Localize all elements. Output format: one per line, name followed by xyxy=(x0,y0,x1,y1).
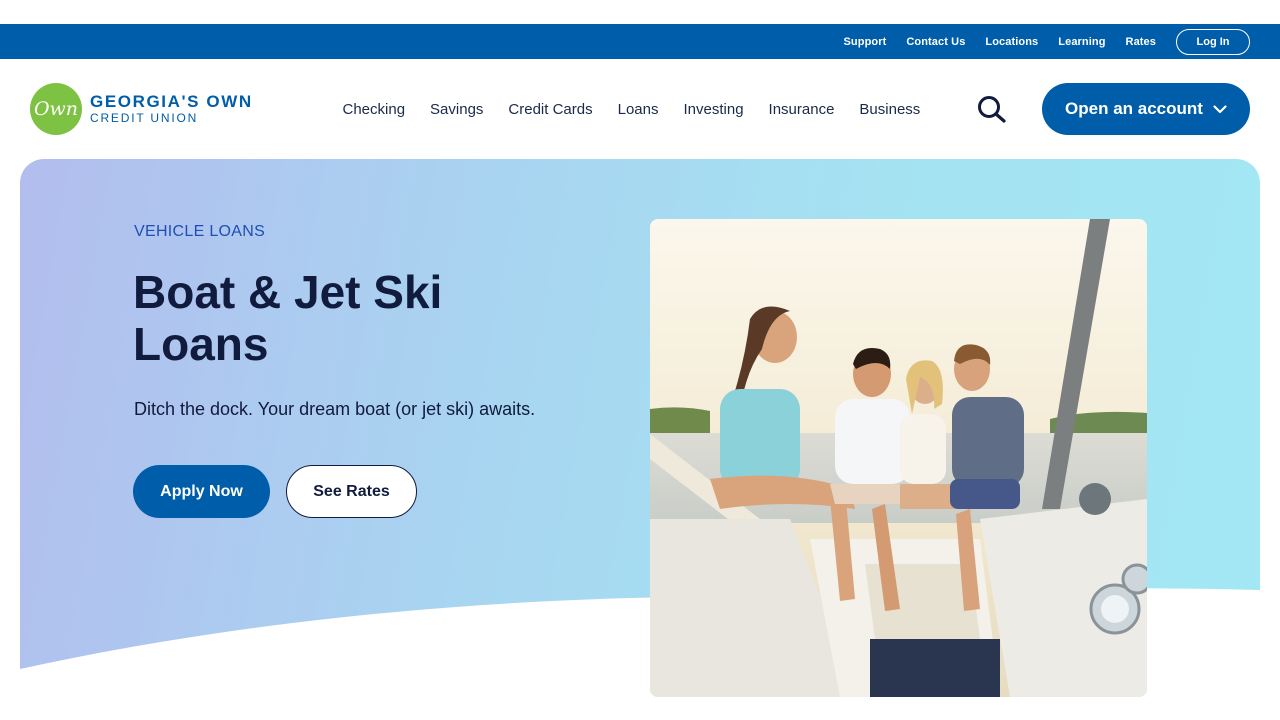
nav-item-credit-cards[interactable]: Credit Cards xyxy=(508,101,592,118)
hero-subtitle: Ditch the dock. Your dream boat (or jet … xyxy=(134,399,536,419)
chevron-down-icon xyxy=(1213,104,1227,113)
open-account-button[interactable]: Open an account xyxy=(1042,83,1250,135)
nav-item-insurance[interactable]: Insurance xyxy=(769,101,835,118)
open-account-label: Open an account xyxy=(1065,99,1203,118)
login-button[interactable]: Log In xyxy=(1176,28,1250,55)
friends-on-boat-image xyxy=(650,219,1147,697)
main-nav: Checking Savings Credit Cards Loans Inve… xyxy=(330,59,933,159)
page: Support Contact Us Locations Learning Ra… xyxy=(0,0,1280,720)
apply-now-button[interactable]: Apply Now xyxy=(133,465,270,518)
main-header: Own GEORGIA'S OWN CREDIT UNION Checking … xyxy=(0,59,1280,159)
search-button[interactable] xyxy=(974,93,1010,125)
logo-wordmark: GEORGIA'S OWN CREDIT UNION xyxy=(90,92,253,125)
utility-bar: Support Contact Us Locations Learning Ra… xyxy=(0,24,1280,59)
nav-item-investing[interactable]: Investing xyxy=(684,101,744,118)
hero-eyebrow: VEHICLE LOANS xyxy=(134,223,266,240)
search-icon xyxy=(978,96,1006,123)
hero-photo xyxy=(650,219,1147,697)
utility-link-learning[interactable]: Learning xyxy=(1058,36,1105,48)
utility-link-contact-us[interactable]: Contact Us xyxy=(906,36,965,48)
utility-link-rates[interactable]: Rates xyxy=(1126,36,1156,48)
see-rates-button[interactable]: See Rates xyxy=(286,465,417,518)
logo-line-2: CREDIT UNION xyxy=(90,110,199,125)
hero-title: Boat & Jet Ski Loans xyxy=(133,266,443,370)
nav-item-savings[interactable]: Savings xyxy=(430,101,483,118)
utility-link-locations[interactable]: Locations xyxy=(985,36,1038,48)
site-logo[interactable]: Own GEORGIA'S OWN CREDIT UNION xyxy=(30,83,253,135)
utility-link-support[interactable]: Support xyxy=(844,36,887,48)
logo-line-1: GEORGIA'S OWN xyxy=(90,91,253,111)
logo-mark: Own xyxy=(30,83,82,135)
nav-item-loans[interactable]: Loans xyxy=(618,101,659,118)
nav-item-business[interactable]: Business xyxy=(859,101,920,118)
utility-links: Support Contact Us Locations Learning Ra… xyxy=(824,24,1250,59)
nav-item-checking[interactable]: Checking xyxy=(343,101,406,118)
